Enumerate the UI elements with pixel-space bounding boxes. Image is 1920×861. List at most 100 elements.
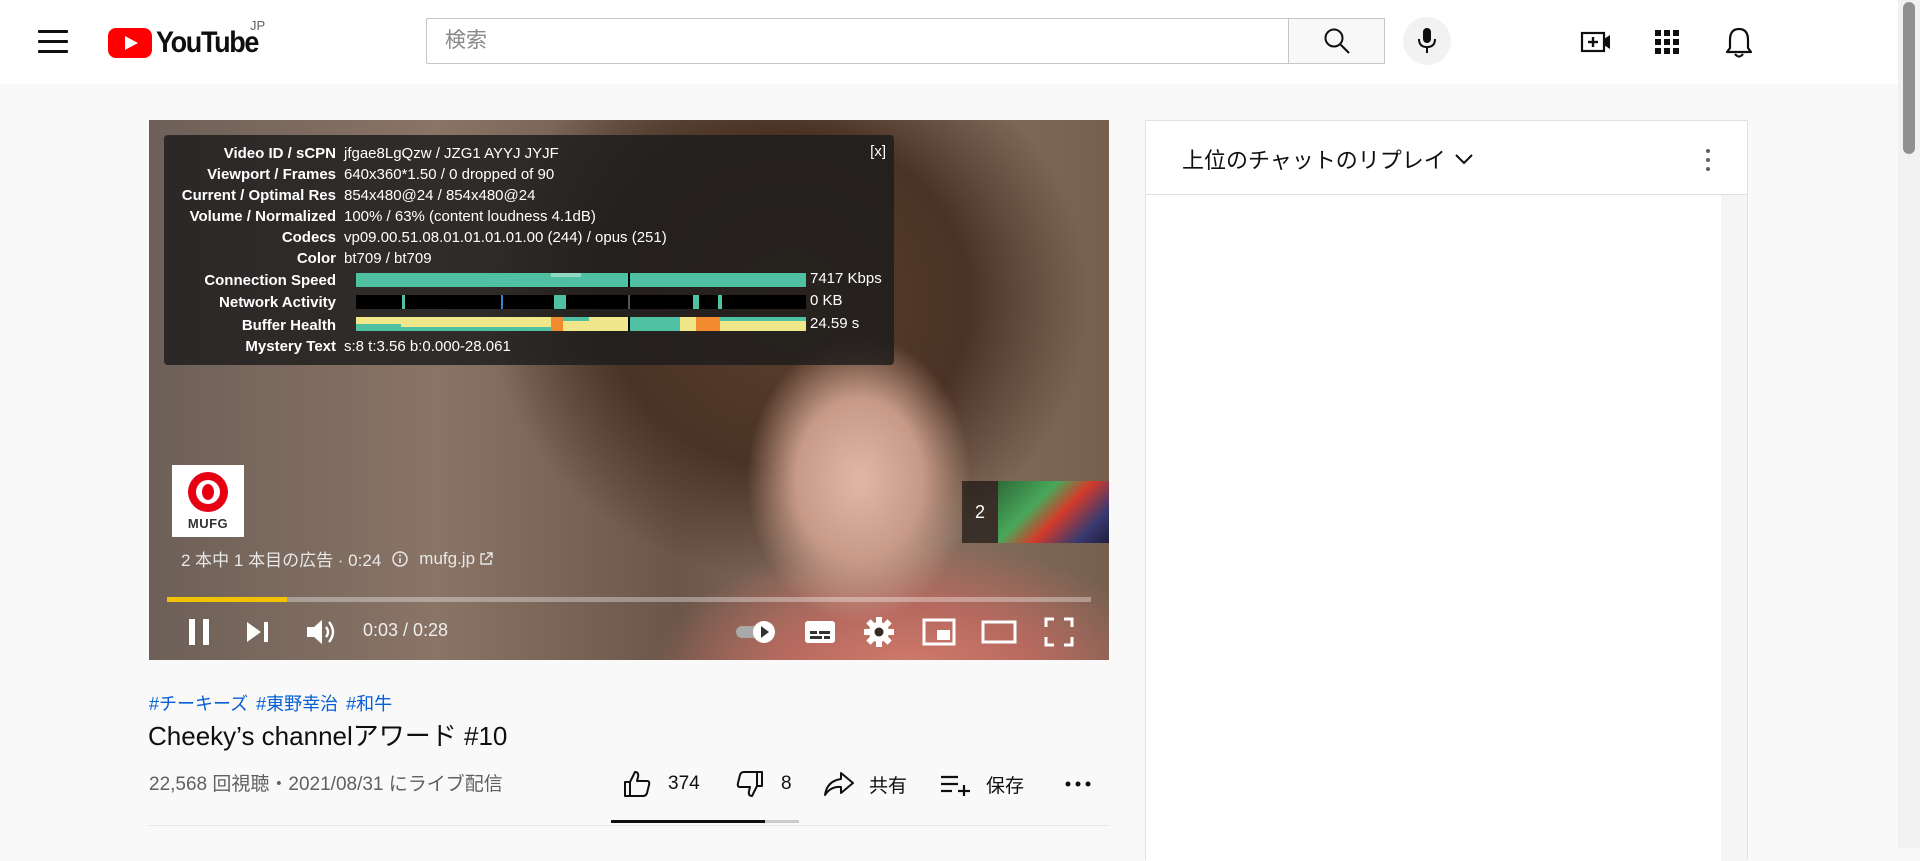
subtitles-icon xyxy=(805,621,835,643)
youtube-logo[interactable]: YouTube xyxy=(108,26,269,60)
stats-label: Buffer Health xyxy=(241,316,336,334)
stats-value: 24.59 s xyxy=(810,315,860,332)
apps-grid-icon xyxy=(1655,30,1679,54)
advertiser-link[interactable]: mufg.jp xyxy=(419,549,475,569)
stats-row: Viewport / Frames 640x360*1.50 / 0 dropp… xyxy=(164,164,554,184)
like-button[interactable]: 374 xyxy=(622,766,700,802)
save-label: 保存 xyxy=(986,775,1025,797)
ad-info: 2 本中 1 本目の広告 · 0:24 mufg.jp xyxy=(181,546,493,571)
hashtag-link[interactable]: #チーキーズ xyxy=(149,690,248,716)
mic-icon xyxy=(1418,28,1436,53)
progress-bar[interactable] xyxy=(167,597,1091,602)
mufg-logo-icon xyxy=(188,471,228,512)
chevron-down-icon xyxy=(1455,154,1473,165)
time-display: 0:03 / 0:28 xyxy=(363,620,449,640)
stats-label: Codecs xyxy=(281,228,336,246)
thumbs-up-icon xyxy=(624,771,651,797)
page-scrollbar-thumb[interactable] xyxy=(1903,2,1915,154)
chat-mode-dropdown[interactable]: 上位のチャットのリプレイ xyxy=(1182,143,1474,175)
hashtag-link[interactable]: #東野幸治 xyxy=(256,690,338,716)
youtube-play-icon xyxy=(108,28,152,58)
search-input[interactable] xyxy=(427,19,1288,63)
theater-mode-icon xyxy=(981,620,1017,644)
stats-value: 0 KB xyxy=(810,292,843,309)
stats-label: Volume / Normalized xyxy=(189,207,336,225)
masthead: YouTube JP xyxy=(0,0,1898,84)
ad-position-text: 2 本中 1 本目の広告 · 0:24 xyxy=(181,551,382,570)
chat-scrollbar[interactable] xyxy=(1721,195,1747,861)
view-count-date: 22,568 回視聴・2021/08/31 にライブ配信 xyxy=(149,774,503,795)
create-button[interactable] xyxy=(1578,24,1614,60)
stats-label: Video ID / sCPN xyxy=(223,144,336,162)
chat-title: 上位のチャットのリプレイ xyxy=(1182,148,1446,173)
miniplayer-button[interactable] xyxy=(917,610,961,654)
sponsor-logo[interactable]: MUFG xyxy=(172,465,244,537)
chat-more-options-icon[interactable] xyxy=(1696,145,1720,175)
stats-value: 100% / 63% (content loudness 4.1dB) xyxy=(344,207,596,225)
sponsor-name: MUFG xyxy=(187,515,229,531)
share-icon xyxy=(824,772,854,796)
voice-search-button[interactable] xyxy=(1403,17,1451,65)
autoplay-toggle-icon xyxy=(736,621,775,643)
menu-icon[interactable] xyxy=(38,30,68,54)
more-actions-button[interactable] xyxy=(1065,766,1091,802)
stats-label: Connection Speed xyxy=(204,271,336,289)
stats-row: Connection Speed xyxy=(164,270,344,290)
stats-label: Network Activity xyxy=(219,293,336,311)
next-ad-count: 2 xyxy=(974,501,985,522)
dislike-button[interactable]: 8 xyxy=(735,766,792,802)
external-link-icon xyxy=(480,551,493,565)
fullscreen-button[interactable] xyxy=(1037,610,1081,654)
search-box xyxy=(426,18,1288,64)
miniplayer-icon xyxy=(922,618,956,646)
info-icon[interactable] xyxy=(391,550,409,568)
page-scrollbar[interactable] xyxy=(1898,0,1920,848)
fullscreen-icon xyxy=(1044,617,1074,647)
stats-row: Buffer Health xyxy=(164,315,344,335)
stats-value: 7417 Kbps xyxy=(810,270,882,287)
stats-value: 854x480@24 / 854x480@24 xyxy=(344,186,536,204)
stats-row: Color bt709 / bt709 xyxy=(164,248,432,268)
stats-row: Mystery Text s:8 t:3.56 b:0.000-28.061 xyxy=(164,336,511,356)
gear-icon xyxy=(864,617,894,647)
subtitles-button[interactable] xyxy=(798,610,842,654)
autoplay-toggle[interactable] xyxy=(731,610,781,654)
skip-next-icon xyxy=(247,622,268,642)
playlist-add-icon xyxy=(941,775,970,796)
live-chat-replay: 上位のチャットのリプレイ xyxy=(1145,120,1748,861)
stats-value: jfgae8LgQzw / JZG1 AYYJ JYJF xyxy=(344,144,559,162)
stats-row: Network Activity xyxy=(164,292,344,312)
volume-button[interactable] xyxy=(300,610,344,654)
theater-mode-button[interactable] xyxy=(977,610,1021,654)
like-count: 374 xyxy=(668,773,700,794)
next-ad-preview[interactable]: 2 xyxy=(962,481,1109,543)
search-button[interactable] xyxy=(1288,18,1385,64)
video-player[interactable]: [x] Video ID / sCPN jfgae8LgQzw / JZG1 A… xyxy=(149,120,1109,660)
stats-value: s:8 t:3.56 b:0.000-28.061 xyxy=(344,337,511,355)
stats-label: Current / Optimal Res xyxy=(181,186,336,204)
dislike-count: 8 xyxy=(781,773,792,794)
stats-close-button[interactable]: [x] xyxy=(870,143,886,160)
stats-value: vp09.00.51.08.01.01.01.01.00 (244) / opu… xyxy=(344,228,667,246)
stats-label: Mystery Text xyxy=(245,337,336,355)
stats-row: Volume / Normalized 100% / 63% (content … xyxy=(164,206,596,226)
stats-row: Video ID / sCPN jfgae8LgQzw / JZG1 AYYJ … xyxy=(164,143,559,163)
apps-button[interactable] xyxy=(1649,24,1685,60)
notifications-button[interactable] xyxy=(1721,24,1757,60)
save-button[interactable]: 保存 xyxy=(940,766,1024,802)
next-button[interactable] xyxy=(236,610,280,654)
hashtags: #チーキーズ #東野幸治 #和牛 xyxy=(149,690,392,716)
logo-text: YouTube xyxy=(156,26,259,59)
next-ad-thumbnail[interactable] xyxy=(998,481,1109,543)
thumbs-down-icon xyxy=(736,771,763,797)
share-button[interactable]: 共有 xyxy=(823,766,907,802)
stats-label: Color xyxy=(296,249,336,267)
hashtag-link[interactable]: #和牛 xyxy=(346,690,392,716)
pause-button[interactable] xyxy=(177,610,221,654)
country-code: JP xyxy=(250,18,266,33)
sentiment-fill xyxy=(611,820,766,823)
volume-icon xyxy=(307,620,335,644)
search-icon xyxy=(1324,28,1350,54)
settings-button[interactable] xyxy=(857,610,901,654)
chat-header: 上位のチャットのリプレイ xyxy=(1146,121,1747,195)
